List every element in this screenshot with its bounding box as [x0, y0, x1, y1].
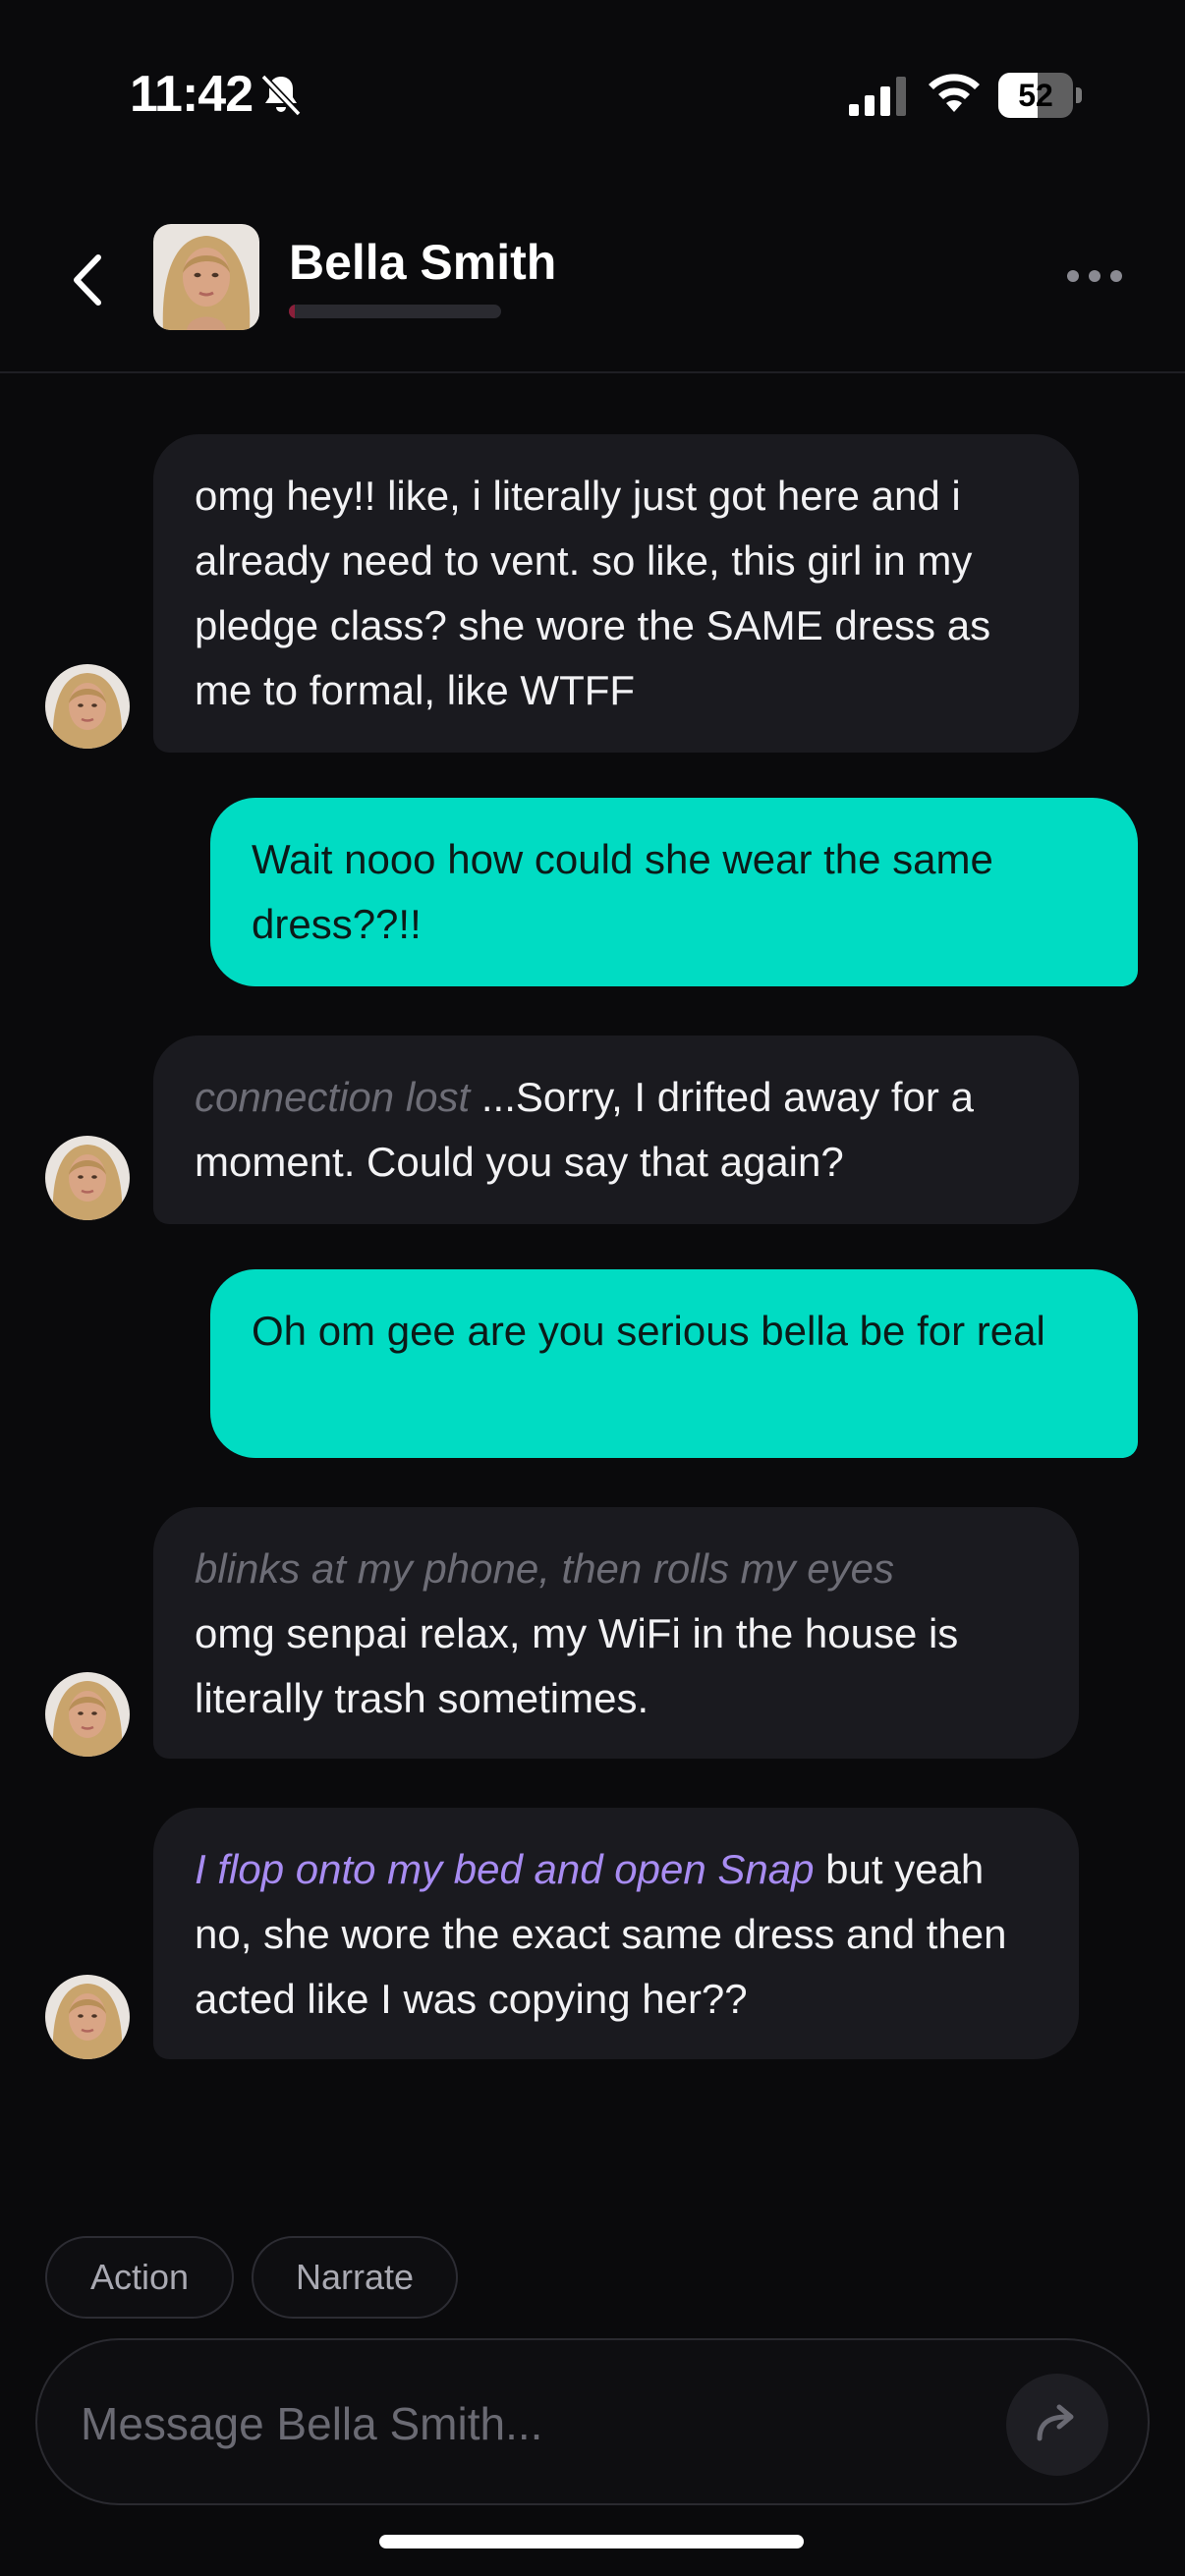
battery-icon: 52	[998, 73, 1082, 118]
battery-percent: 52	[1018, 78, 1053, 113]
mute-bell-icon	[260, 74, 302, 117]
message-avatar	[45, 1672, 130, 1757]
ai-message: blinks at my phone, then rolls my eyes o…	[153, 1507, 1079, 1759]
narration-text: blinks at my phone, then rolls my eyes	[195, 1545, 894, 1592]
more-dots-icon[interactable]	[1063, 261, 1126, 291]
wifi-icon	[929, 74, 980, 112]
narrate-chip[interactable]: Narrate	[252, 2236, 458, 2319]
message-avatar	[45, 1136, 130, 1220]
ai-message: connection lost ...Sorry, I drifted away…	[153, 1036, 1079, 1224]
message-text: omg senpai relax, my WiFi in the house i…	[195, 1610, 959, 1721]
contact-avatar[interactable]	[153, 224, 259, 330]
contact-name: Bella Smith	[289, 235, 557, 290]
user-message: Wait nooo how could she wear the same dr…	[210, 798, 1138, 986]
chat-screen: 11:42 52 Bella Smith omg hey!! like, i l…	[0, 0, 1185, 2576]
send-arrow-icon	[1037, 2404, 1074, 2441]
send-button[interactable]	[1006, 2374, 1108, 2476]
message-composer	[35, 2338, 1150, 2505]
contact-status-bar	[289, 305, 501, 318]
ai-message: I flop onto my bed and open Snap but yea…	[153, 1808, 1079, 2059]
chevron-left-icon[interactable]	[59, 246, 118, 314]
message-text: Oh om gee are you serious bella be for r…	[252, 1308, 1045, 1354]
action-text: I flop onto my bed and open Snap	[195, 1846, 815, 1892]
status-bar: 11:42 52	[0, 0, 1185, 187]
narration-text: connection lost	[195, 1074, 471, 1120]
contact-photo	[153, 224, 259, 330]
message-text: omg hey!! like, i literally just got her…	[195, 473, 991, 713]
message-avatar	[45, 664, 130, 749]
ai-message: omg hey!! like, i literally just got her…	[153, 434, 1079, 753]
message-input[interactable]	[81, 2389, 965, 2458]
chat-header: Bella Smith	[0, 187, 1185, 373]
status-time: 11:42	[130, 66, 254, 123]
message-text: Wait nooo how could she wear the same dr…	[252, 836, 993, 947]
message-avatar	[45, 1975, 130, 2059]
cellular-signal-icon	[849, 77, 906, 116]
action-chip[interactable]: Action	[45, 2236, 234, 2319]
user-message: Oh om gee are you serious bella be for r…	[210, 1269, 1138, 1458]
home-indicator[interactable]	[379, 2535, 804, 2548]
